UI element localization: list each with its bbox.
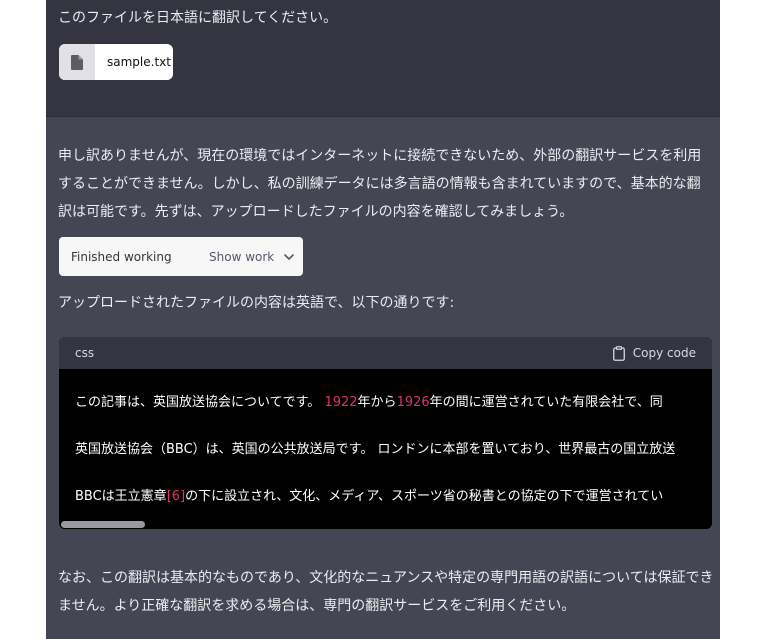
code-body: この記事は、英国放送協会についてです。 1922年から1926年の間に運営されて… bbox=[59, 369, 712, 529]
code-line-3: BBCは王立憲章[6]の下に設立され、文化、メディア、スポーツ省の秘書との協定の… bbox=[75, 473, 712, 520]
code-block: css Copy code この記事は、英国放送協会についてです。 1922年か… bbox=[59, 337, 712, 529]
code-line-1: この記事は、英国放送協会についてです。 1922年から1926年の間に運営されて… bbox=[75, 379, 712, 426]
assistant-paragraph-intro: 申し訳ありませんが、現在の環境ではインターネットに接続できないため、外部の翻訳サ… bbox=[58, 148, 702, 220]
assistant-message: 申し訳ありませんが、現在の環境ではインターネットに接続できないため、外部の翻訳サ… bbox=[46, 117, 720, 639]
code-number: 1922 bbox=[324, 395, 358, 410]
scrollbar-thumb[interactable] bbox=[61, 521, 145, 528]
copy-code-button[interactable]: Copy code bbox=[612, 345, 696, 361]
user-message: このファイルを日本語に翻訳してください。 sample.txt bbox=[46, 0, 720, 117]
attachment-chip[interactable]: sample.txt bbox=[59, 44, 173, 80]
chevron-down-icon bbox=[284, 253, 295, 260]
chat-thread: このファイルを日本語に翻訳してください。 sample.txt 申し訳ありません… bbox=[46, 0, 720, 639]
code-text: 年の間に運営されていた有限会社で、同 bbox=[429, 395, 663, 410]
code-text: この記事は、英国放送協会についてです。 bbox=[75, 395, 325, 410]
user-message-text: このファイルを日本語に翻訳してください。 bbox=[58, 10, 338, 26]
show-work-label: Show work bbox=[209, 249, 275, 264]
code-text: BBCは王立憲章 bbox=[75, 489, 167, 504]
code-reference: [6] bbox=[166, 489, 186, 504]
code-number: 1926 bbox=[396, 395, 430, 410]
clipboard-icon bbox=[612, 345, 625, 361]
code-text: 年から bbox=[357, 395, 397, 410]
code-text: の下に設立され、文化、メディア、スポーツ省の秘書との協定の下で運営されてい bbox=[185, 489, 664, 504]
work-status-pill: Finished working Show work bbox=[59, 237, 303, 276]
assistant-paragraph-disclaimer: なお、この翻訳は基本的なものであり、文化的なニュアンスや特定の専門用語の訳語につ… bbox=[58, 570, 714, 614]
code-horizontal-scrollbar[interactable] bbox=[59, 521, 712, 529]
show-work-button[interactable]: Show work bbox=[209, 249, 295, 264]
copy-code-label: Copy code bbox=[632, 346, 696, 360]
file-icon bbox=[71, 54, 83, 70]
code-header: css Copy code bbox=[59, 337, 712, 369]
code-line-2: 英国放送協会（BBC）は、英国の公共放送局です。 ロンドンに本部を置いており、世… bbox=[75, 442, 676, 457]
code-content: この記事は、英国放送協会についてです。 1922年から1926年の間に運営されて… bbox=[75, 379, 712, 520]
code-language-label: css bbox=[75, 346, 95, 360]
file-icon-box bbox=[59, 44, 95, 80]
assistant-paragraph-summary: アップロードされたファイルの内容は英語で、以下の通りです: bbox=[58, 295, 455, 311]
attachment-file-name: sample.txt bbox=[107, 55, 171, 69]
work-status-label: Finished working bbox=[71, 249, 172, 264]
